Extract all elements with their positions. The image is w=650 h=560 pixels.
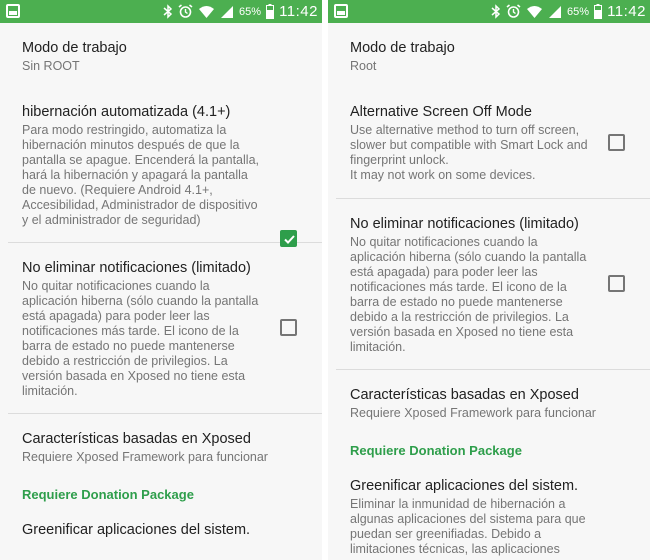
signal-icon: [221, 5, 234, 18]
battery-percent: 65%: [567, 5, 590, 18]
auto-hibernation-pref[interactable]: hibernación automatizada (4.1+) Para mod…: [0, 88, 322, 247]
battery-icon: [594, 4, 603, 19]
status-bar: 65% 11:42: [328, 0, 650, 23]
alt-screen-off-pref[interactable]: Alternative Screen Off Mode Use alternat…: [328, 88, 650, 198]
xposed-features-pref[interactable]: Características basadas en Xposed Requie…: [328, 370, 650, 443]
pref-title: Características basadas en Xposed: [350, 387, 579, 403]
greenify-system-apps-pref[interactable]: Greenificar aplicaciones del sistem. Eli…: [328, 459, 650, 557]
greenify-system-apps-pref[interactable]: Greenificar aplicaciones del sistem.: [0, 503, 322, 539]
battery-icon: [266, 4, 275, 19]
pref-summary: Requiere Xposed Framework para funcionar: [350, 406, 596, 420]
xposed-features-pref[interactable]: Características basadas en Xposed Requie…: [0, 414, 322, 487]
pref-summary: Use alternative method to turn off scree…: [350, 123, 588, 182]
clock: 11:42: [607, 3, 646, 20]
alt-screen-off-checkbox[interactable]: [608, 134, 625, 151]
pref-summary: No quitar notificaciones cuando la aplic…: [22, 279, 259, 398]
settings-list: Modo de trabajo Sin ROOT hibernación aut…: [0, 23, 322, 539]
left-screenshot: 65% 11:42 Modo de trabajo Sin ROOT hiber…: [0, 0, 322, 560]
bluetooth-icon: [491, 4, 501, 19]
wifi-icon: [199, 5, 215, 18]
pref-title: No eliminar notificaciones (limitado): [22, 260, 251, 276]
work-mode-pref[interactable]: Modo de trabajo Sin ROOT: [0, 23, 322, 88]
pref-summary: Requiere Xposed Framework para funcionar: [22, 450, 268, 464]
clock: 11:42: [279, 3, 318, 20]
settings-list: Modo de trabajo Root Alternative Screen …: [328, 23, 650, 557]
right-screenshot: 65% 11:42 Modo de trabajo Root Alternati…: [328, 0, 650, 560]
pref-summary: Para modo restringido, automatiza la hib…: [22, 123, 259, 227]
pref-title: Modo de trabajo: [350, 40, 455, 56]
keep-notifications-pref[interactable]: No eliminar notificaciones (limitado) No…: [0, 243, 322, 413]
alarm-icon: [506, 4, 521, 18]
pref-title: Greenificar aplicaciones del sistem.: [22, 522, 251, 538]
signal-icon: [549, 5, 562, 18]
pref-summary: No quitar notificaciones cuando la aplic…: [350, 235, 587, 354]
bluetooth-icon: [163, 4, 173, 19]
pref-title: Características basadas en Xposed: [22, 431, 251, 447]
screenshot-icon: [334, 4, 348, 18]
pref-title: hibernación automatizada (4.1+): [22, 104, 231, 120]
keep-notifications-pref[interactable]: No eliminar notificaciones (limitado) No…: [328, 199, 650, 369]
screenshot-icon: [6, 4, 20, 18]
donation-category-header: Requiere Donation Package: [350, 443, 522, 458]
pref-title: Alternative Screen Off Mode: [350, 104, 532, 120]
pref-summary: Eliminar la inmunidad de hibernación a a…: [350, 497, 586, 556]
status-bar: 65% 11:42: [0, 0, 322, 23]
alarm-icon: [178, 4, 193, 18]
pref-title: Modo de trabajo: [22, 40, 127, 56]
keep-notifications-checkbox[interactable]: [280, 319, 297, 336]
wifi-icon: [527, 5, 543, 18]
pref-title: Greenificar aplicaciones del sistem.: [350, 478, 579, 494]
pref-summary: Root: [350, 59, 377, 73]
donation-category-header: Requiere Donation Package: [22, 487, 194, 502]
work-mode-pref[interactable]: Modo de trabajo Root: [328, 23, 650, 88]
pref-summary: Sin ROOT: [22, 59, 80, 73]
pref-title: No eliminar notificaciones (limitado): [350, 216, 579, 232]
keep-notifications-checkbox[interactable]: [608, 275, 625, 292]
battery-percent: 65%: [239, 5, 262, 18]
